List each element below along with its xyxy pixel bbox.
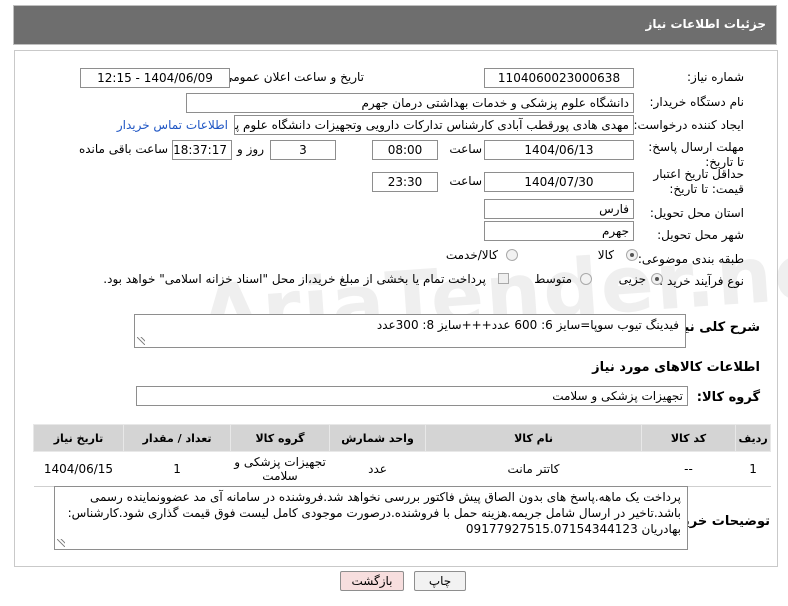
category-option-goods: کالا [597,248,614,262]
col-quantity: تعداد / مقدار [122,424,232,452]
description-text: فیدینگ تیوب سوپا=سایز 6: 600 عدد+++سایز … [376,318,679,332]
province-label: استان محل تحویل: [649,206,744,220]
category-label: طبقه بندی موضوعی: [637,252,744,266]
cell-code: -- [641,451,736,487]
cell-row: 1 [735,451,771,487]
page-title: جزئیات اطلاعات نیاز [645,17,766,31]
process-label: نوع فرآیند خرید : [659,274,744,288]
col-group: گروه کالا [230,424,330,452]
announce-field[interactable]: 1404/06/09 - 12:15 [80,68,230,88]
page-header: جزئیات اطلاعات نیاز [14,6,776,44]
treasury-payment-checkbox[interactable] [498,273,509,284]
cell-need-date: 1404/06/15 [33,451,124,487]
category-option-goods-service: کالا/خدمت [445,248,498,262]
process-radio-medium[interactable] [580,273,592,285]
remaining-time-field[interactable]: 18:37:17 [172,140,232,160]
validity-label: حداقل تاریخ اعتبار قیمت: تا تاریخ: [653,167,744,196]
cell-name: کاتتر مانت [425,451,642,487]
cell-group: تجهیزات پزشکی و سلامت [230,451,330,487]
need-number-field[interactable]: 1104060023000638 [484,68,634,88]
validity-date-field[interactable]: 1404/07/30 [484,172,634,192]
creator-label: ایجاد کننده درخواست: [633,118,744,132]
buyer-notes-text: پرداخت یک ماهه.پاسخ های بدون الصاق پیش ف… [67,490,681,536]
goods-group-label: گروه کالا: [696,390,760,405]
remaining-label: ساعت باقی مانده [78,142,168,156]
col-name: نام کالا [425,424,642,452]
back-button[interactable]: بازگشت [340,571,404,591]
city-label: شهر محل تحویل: [657,228,744,242]
col-row: ردیف [735,424,771,452]
col-need-date: تاریخ نیاز [33,424,124,452]
buyer-notes-textarea[interactable]: پرداخت یک ماهه.پاسخ های بدون الصاق پیش ف… [54,486,688,550]
process-radio-minor[interactable] [651,273,663,285]
province-field[interactable]: فارس [484,199,634,219]
days-label: روز و [237,142,264,156]
validity-time-field[interactable]: 23:30 [372,172,438,192]
goods-table-header: ردیف کد کالا نام کالا واحد شمارش گروه کا… [33,424,771,452]
col-unit: واحد شمارش [328,424,427,452]
buyer-org-label: نام دستگاه خریدار: [649,95,745,109]
col-code: کد کالا [640,424,737,452]
resize-handle-icon[interactable] [57,539,65,547]
table-row[interactable]: 1 -- کاتتر مانت عدد تجهیزات پزشکی و سلام… [33,451,771,487]
days-field[interactable]: 3 [270,140,336,160]
deadline-date-field[interactable]: 1404/06/13 [484,140,634,160]
deadline-time-label: ساعت [449,142,482,156]
contact-buyer-link[interactable]: اطلاعات تماس خریدار [117,118,228,132]
print-button[interactable]: چاپ [414,571,466,591]
category-radio-goods[interactable] [626,249,638,261]
creator-field[interactable]: مهدی هادی پورقطب آبادی کارشناس تدارکات د… [234,115,634,135]
deadline-time-field[interactable]: 08:00 [372,140,438,160]
need-number-label: شماره نیاز: [687,70,744,84]
treasury-payment-note: پرداخت تمام یا بخشی از مبلغ خرید،از محل … [103,272,486,286]
validity-time-label: ساعت [449,174,482,188]
description-textarea[interactable]: فیدینگ تیوب سوپا=سایز 6: 600 عدد+++سایز … [134,314,686,348]
city-field[interactable]: جهرم [484,221,634,241]
goods-group-field[interactable]: تجهیزات پزشکی و سلامت [136,386,688,406]
announce-label: تاریخ و ساعت اعلان عمومی: [219,70,364,84]
resize-handle-icon[interactable] [137,337,145,345]
goods-table: ردیف کد کالا نام کالا واحد شمارش گروه کا… [33,424,771,487]
process-option-medium: متوسط [534,272,572,286]
deadline-label: مهلت ارسال پاسخ: تا تاریخ: [648,140,744,169]
cell-quantity: 1 [123,451,231,487]
goods-section-title: اطلاعات کالاهای مورد نیاز [592,360,760,375]
category-radio-goods-service[interactable] [506,249,518,261]
cell-unit: عدد [329,451,426,487]
buyer-org-field[interactable]: دانشگاه علوم پزشکی و خدمات بهداشتی درمان… [186,93,634,113]
process-option-minor: جزیی [618,272,646,286]
